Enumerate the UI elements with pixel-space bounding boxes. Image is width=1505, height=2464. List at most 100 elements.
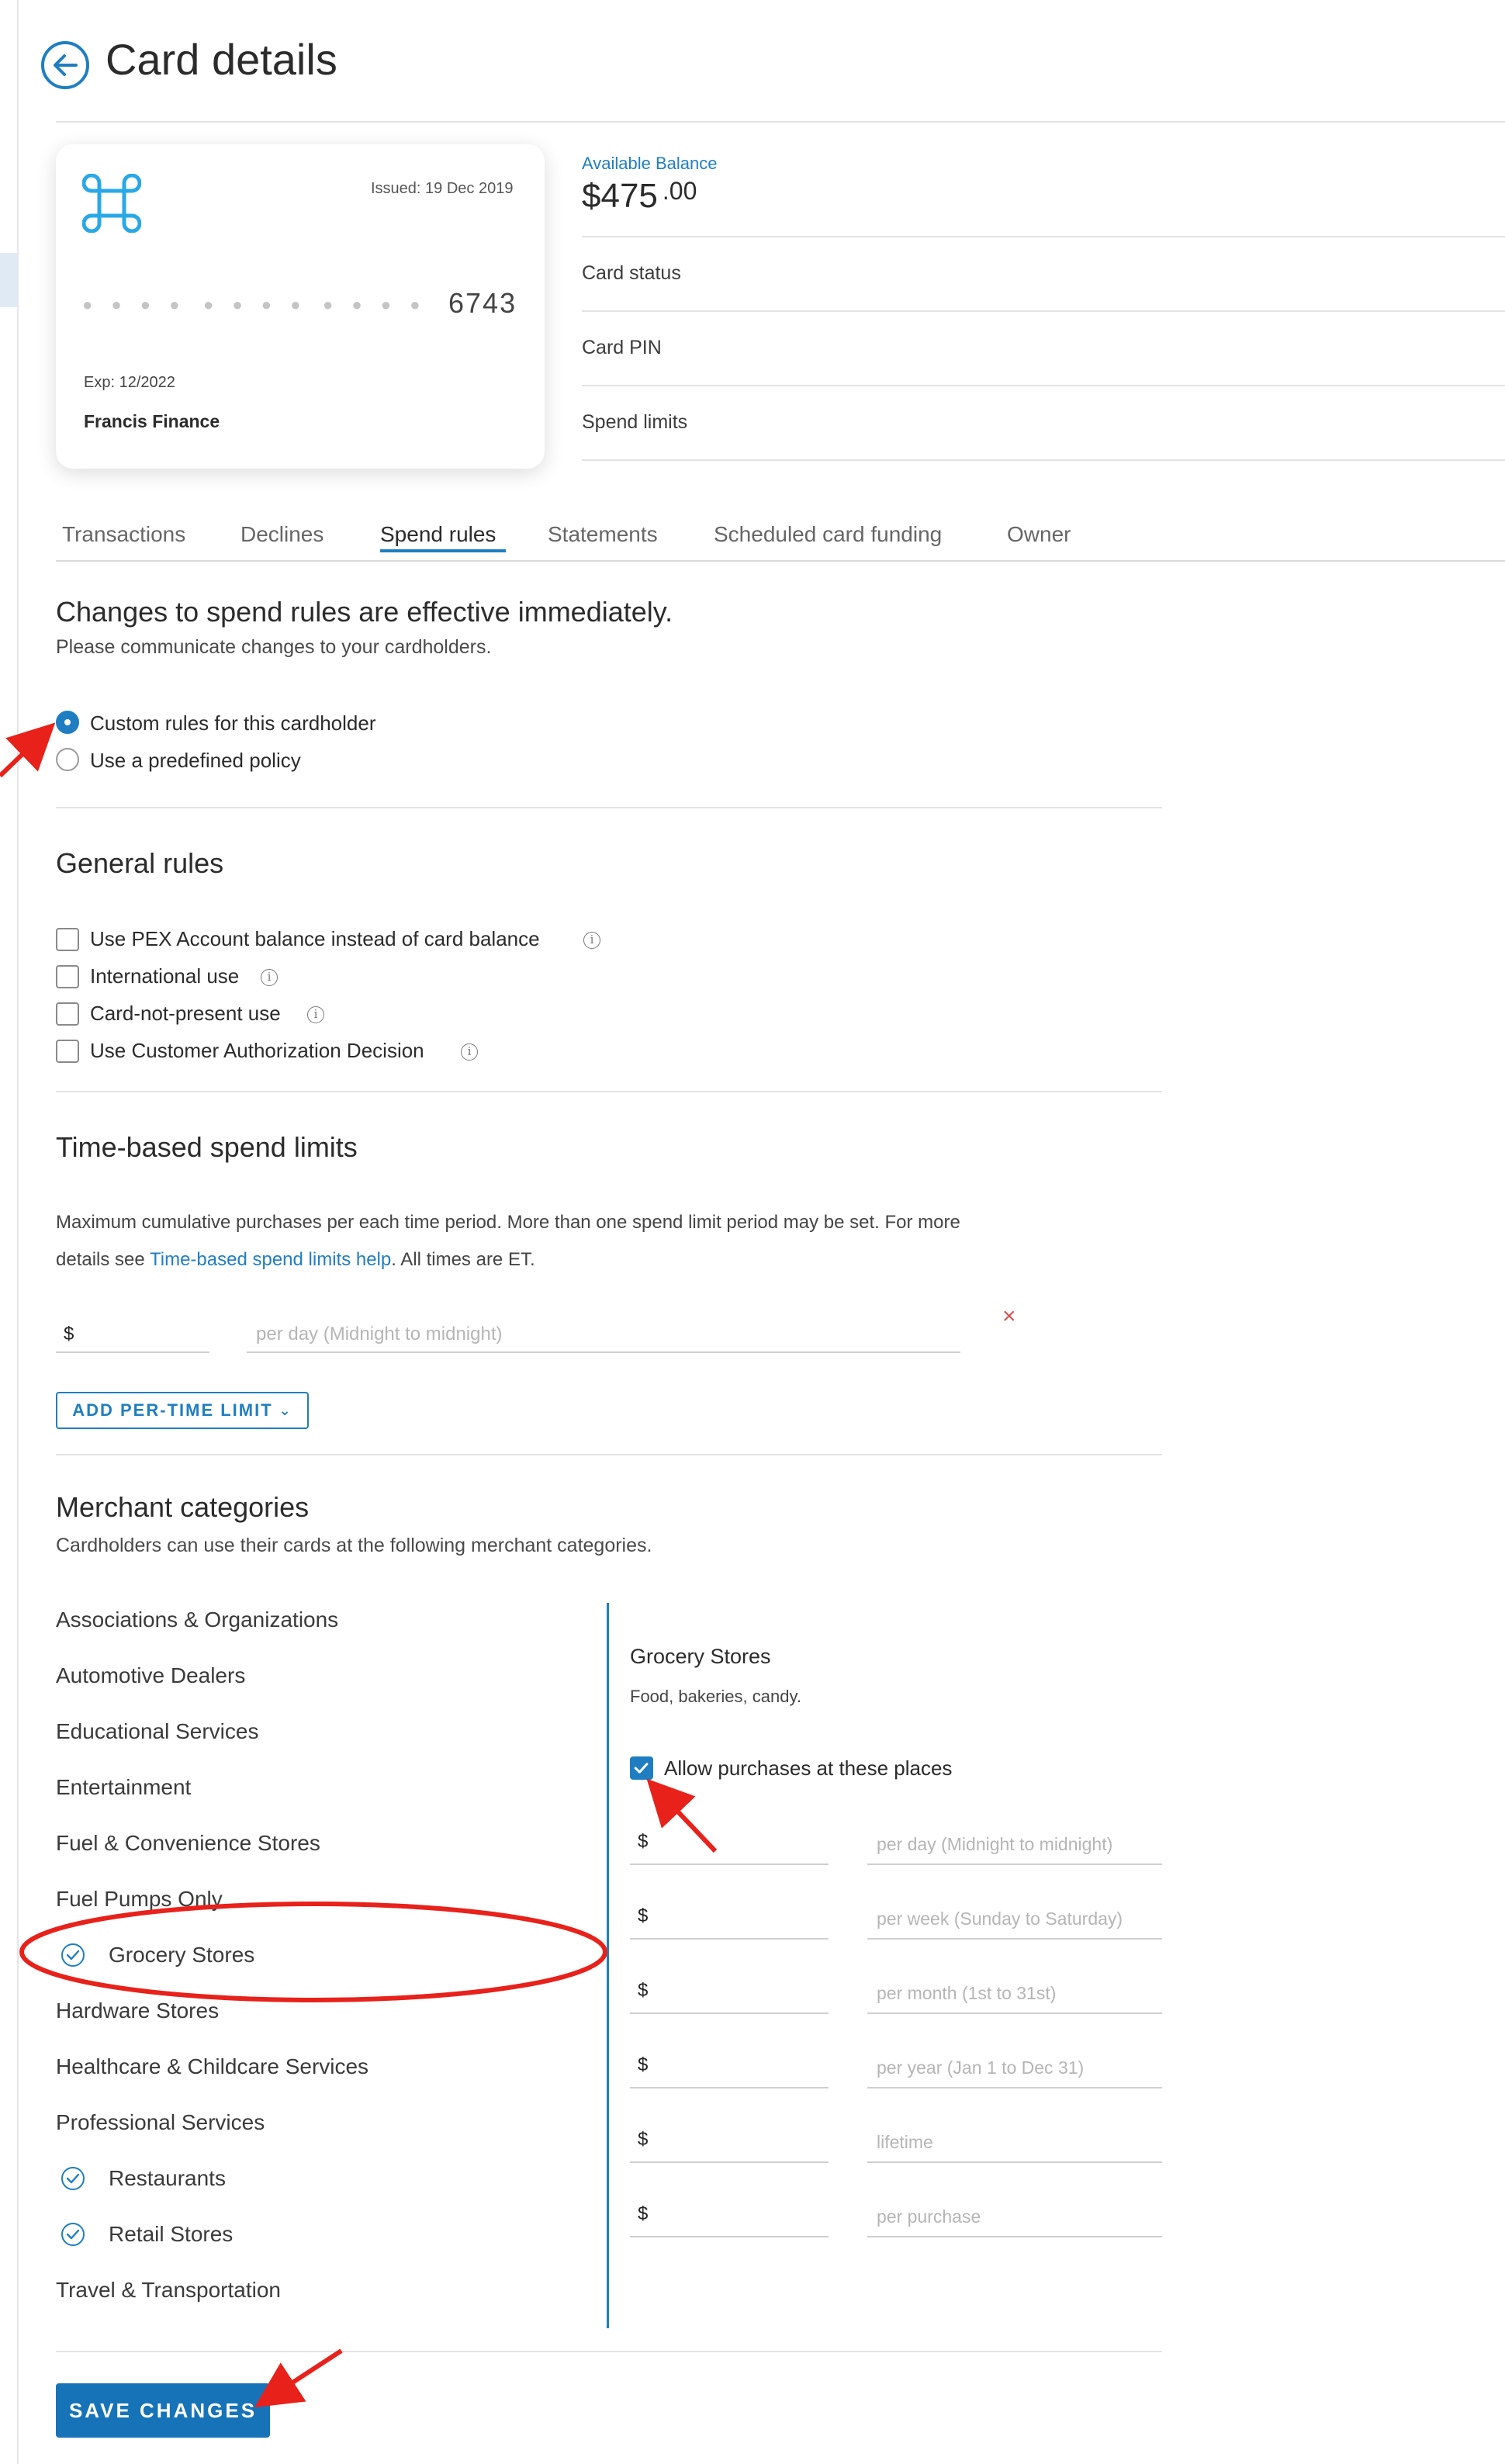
lifetime-placeholder[interactable]: lifetime — [877, 2132, 933, 2153]
add-per-time-limit-label: ADD PER-TIME LIMIT — [72, 1400, 273, 1420]
tab-statements[interactable]: Statements — [548, 522, 658, 547]
card-not-present-checkbox[interactable] — [56, 1002, 79, 1026]
tab-spend-rules[interactable]: Spend rules — [380, 522, 496, 547]
category-detail-title: Grocery Stores — [630, 1645, 771, 1668]
international-use-label[interactable]: International use — [90, 964, 239, 988]
pex-balance-checkbox[interactable] — [56, 928, 79, 951]
time-limits-description: Maximum cumulative purchases per each ti… — [56, 1204, 960, 1279]
page-title: Card details — [106, 35, 337, 84]
daily-amount-input[interactable] — [630, 1864, 829, 1865]
category-healthcare-childcare[interactable]: Healthcare & Childcare Services — [56, 2054, 368, 2079]
check-circle-icon — [61, 2167, 85, 2190]
per-year-field[interactable] — [867, 2087, 1162, 2089]
international-use-checkbox[interactable] — [56, 965, 79, 988]
info-icon[interactable]: i — [307, 1006, 324, 1023]
category-grocery-stores[interactable]: Grocery Stores — [109, 1943, 254, 1967]
general-rules-heading: General rules — [56, 847, 224, 879]
time-limits-desc-line-1: Maximum cumulative purchases per each ti… — [56, 1212, 960, 1233]
category-entertainment[interactable]: Entertainment — [56, 1775, 191, 1800]
tab-scheduled-card-funding[interactable]: Scheduled card funding — [714, 522, 942, 547]
tab-declines[interactable]: Declines — [240, 522, 323, 547]
yearly-amount-input[interactable] — [630, 2087, 829, 2089]
category-travel-transportation[interactable]: Travel & Transportation — [56, 2278, 281, 2303]
category-professional-services[interactable]: Professional Services — [56, 2110, 265, 2135]
card-status-row[interactable]: Card status — [582, 262, 681, 285]
per-day-placeholder[interactable]: per day (Midnight to midnight) — [877, 1834, 1112, 1855]
predefined-policy-label[interactable]: Use a predefined policy — [90, 749, 301, 773]
per-day-field[interactable] — [867, 1864, 1162, 1865]
section-divider — [56, 807, 1162, 808]
spend-rules-subheading: Please communicate changes to your cardh… — [56, 636, 492, 658]
per-purchase-placeholder[interactable]: per purchase — [877, 2206, 981, 2227]
save-changes-button[interactable]: SAVE CHANGES — [56, 2383, 270, 2438]
info-icon[interactable]: i — [261, 969, 278, 986]
per-year-placeholder[interactable]: per year (Jan 1 to Dec 31) — [877, 2057, 1084, 2078]
category-fuel-convenience[interactable]: Fuel & Convenience Stores — [56, 1831, 320, 1856]
annotation-arrow-save — [254, 2348, 343, 2408]
per-week-placeholder[interactable]: per week (Sunday to Saturday) — [877, 1909, 1123, 1929]
category-detail-subtitle: Food, bakeries, candy. — [630, 1687, 801, 1706]
desc-text: . All times are ET. — [391, 1249, 535, 1270]
monthly-amount-input[interactable] — [630, 2012, 829, 2014]
available-balance: $475.00 — [582, 177, 697, 216]
card-number-masked-2: ● ● ● ● — [203, 295, 308, 314]
section-divider — [56, 1454, 1162, 1455]
per-month-field[interactable] — [867, 2012, 1162, 2014]
summary-divider — [582, 385, 1505, 386]
period-select[interactable] — [247, 1351, 960, 1353]
card-issued-date: Issued: 19 Dec 2019 — [371, 180, 514, 197]
summary-divider — [582, 459, 1505, 461]
spend-limits-row[interactable]: Spend limits — [582, 411, 687, 434]
tabs-divider — [56, 560, 1505, 562]
time-limits-heading: Time-based spend limits — [56, 1131, 358, 1163]
custom-rules-label[interactable]: Custom rules for this cardholder — [90, 711, 375, 735]
purchase-amount-input[interactable] — [630, 2236, 829, 2237]
lifetime-amount-input[interactable] — [630, 2161, 829, 2163]
custom-rules-radio[interactable] — [56, 711, 79, 734]
time-limits-help-link[interactable]: Time-based spend limits help — [150, 1249, 391, 1270]
category-retail-stores[interactable]: Retail Stores — [109, 2222, 233, 2247]
category-fuel-pumps-only[interactable]: Fuel Pumps Only — [56, 1887, 223, 1912]
tab-owner[interactable]: Owner — [1007, 522, 1071, 547]
period-select-placeholder[interactable]: per day (Midnight to midnight) — [256, 1324, 502, 1345]
summary-divider — [582, 236, 1505, 237]
per-week-field[interactable] — [867, 1938, 1162, 1940]
weekly-amount-input[interactable] — [630, 1938, 829, 1940]
card-pin-row[interactable]: Card PIN — [582, 337, 662, 359]
chevron-down-icon: ⌄ — [279, 1403, 292, 1418]
customer-auth-checkbox[interactable] — [56, 1040, 79, 1063]
category-detail-divider — [607, 1603, 609, 2328]
category-associations[interactable]: Associations & Organizations — [56, 1607, 338, 1632]
card-not-present-label[interactable]: Card-not-present use — [90, 1002, 281, 1026]
allow-purchases-label[interactable]: Allow purchases at these places — [664, 1756, 952, 1781]
card-holder-name: Francis Finance — [84, 411, 220, 431]
currency-symbol: $ — [64, 1324, 74, 1344]
category-hardware-stores[interactable]: Hardware Stores — [56, 1999, 219, 2023]
remove-limit-icon[interactable]: × — [1002, 1303, 1016, 1330]
active-tab-indicator — [380, 549, 506, 552]
category-automotive-dealers[interactable]: Automotive Dealers — [56, 1663, 245, 1688]
left-panel-highlight — [0, 253, 17, 307]
info-icon[interactable]: i — [461, 1043, 478, 1061]
category-educational-services[interactable]: Educational Services — [56, 1719, 258, 1744]
per-purchase-field[interactable] — [867, 2236, 1162, 2237]
customer-auth-label[interactable]: Use Customer Authorization Decision — [90, 1039, 424, 1063]
summary-divider — [582, 310, 1505, 312]
category-restaurants[interactable]: Restaurants — [109, 2166, 226, 2191]
predefined-policy-radio[interactable] — [56, 748, 79, 771]
annotation-arrow-radio — [0, 722, 56, 778]
amount-input[interactable] — [56, 1351, 209, 1353]
merchant-categories-heading: Merchant categories — [56, 1491, 310, 1523]
tab-transactions[interactable]: Transactions — [62, 522, 185, 547]
pex-balance-label[interactable]: Use PEX Account balance instead of card … — [90, 927, 540, 951]
lifetime-field[interactable] — [867, 2161, 1162, 2163]
per-month-placeholder[interactable]: per month (1st to 31st) — [877, 1983, 1056, 2004]
left-panel-border — [17, 0, 19, 2464]
add-per-time-limit-button[interactable]: ADD PER-TIME LIMIT ⌄ — [56, 1392, 309, 1429]
info-icon[interactable]: i — [583, 932, 600, 949]
allow-purchases-checkbox[interactable] — [630, 1756, 653, 1780]
balance-amount: $475 — [582, 177, 658, 215]
back-arrow-icon[interactable] — [40, 40, 90, 90]
section-divider — [56, 2351, 1162, 2352]
currency-symbol: $ — [638, 2129, 649, 2150]
